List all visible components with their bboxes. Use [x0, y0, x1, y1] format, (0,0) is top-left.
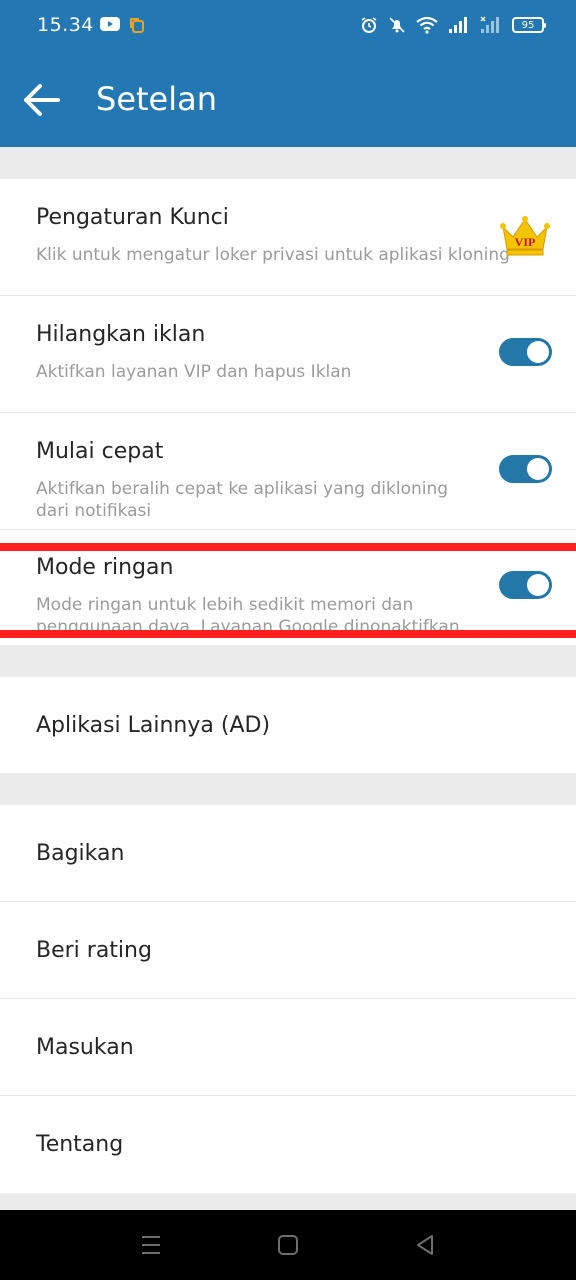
- setting-title: Hilangkan iklan: [36, 322, 206, 347]
- menu-item-share[interactable]: Bagikan: [0, 805, 576, 902]
- battery-level: 95: [521, 19, 535, 31]
- status-bar: 15.34 95: [0, 0, 576, 50]
- back-triangle-icon[interactable]: [412, 1232, 438, 1258]
- menu-item-rate[interactable]: Beri rating: [0, 902, 576, 999]
- menu-item-about[interactable]: Tentang: [0, 1096, 576, 1193]
- setting-subtitle: Aktifkan layanan VIP dan hapus Iklan: [36, 362, 352, 382]
- light-mode-toggle[interactable]: [499, 571, 552, 599]
- other-apps-section: Aplikasi Lainnya (AD): [0, 677, 576, 773]
- setting-subtitle: Aktifkan beralih cepat ke aplikasi yang …: [36, 479, 449, 521]
- menu-item-label: Tentang: [36, 1132, 124, 1157]
- setting-subtitle: Klik untuk mengatur loker privasi untuk …: [36, 245, 510, 265]
- menu-item-label: Beri rating: [36, 938, 152, 963]
- other-apps-label: Aplikasi Lainnya (AD): [36, 713, 271, 738]
- setting-lock[interactable]: Pengaturan Kunci Klik untuk mengatur lok…: [0, 179, 576, 296]
- home-square-icon[interactable]: [275, 1232, 301, 1258]
- quick-start-toggle[interactable]: [499, 455, 552, 483]
- setting-title: Pengaturan Kunci: [36, 205, 229, 230]
- menu-item-feedback[interactable]: Masukan: [0, 999, 576, 1096]
- page-title: Setelan: [96, 80, 218, 118]
- highlight-line-top: [0, 543, 576, 551]
- menu-section: Bagikan Beri rating Masukan Tentang: [0, 805, 576, 1193]
- app-bar: Setelan: [0, 50, 576, 147]
- signal-x-icon: [480, 16, 499, 33]
- alarm-icon: [361, 17, 377, 33]
- toggle-knob: [527, 574, 549, 596]
- vip-crown-icon: VIP: [500, 216, 550, 256]
- toggle-knob: [527, 341, 549, 363]
- menu-icon[interactable]: [138, 1232, 164, 1258]
- back-arrow-icon[interactable]: [20, 80, 62, 120]
- menu-item-label: Masukan: [36, 1035, 134, 1060]
- status-icons: 95: [360, 13, 546, 37]
- copy-icon: [130, 18, 144, 33]
- other-apps-item[interactable]: Aplikasi Lainnya (AD): [0, 677, 576, 773]
- toggle-knob: [527, 458, 549, 480]
- remove-ads-toggle[interactable]: [499, 338, 552, 366]
- system-nav-bar: [0, 1210, 576, 1280]
- setting-quick-start[interactable]: Mulai cepat Aktifkan beralih cepat ke ap…: [0, 413, 576, 530]
- wifi-icon: [416, 16, 438, 34]
- menu-item-label: Bagikan: [36, 841, 125, 866]
- signal-icon: [449, 17, 467, 33]
- battery-icon: 95: [512, 17, 546, 33]
- setting-title: Mode ringan: [36, 555, 174, 580]
- status-time: 15.34: [37, 14, 94, 36]
- vip-badge: VIP: [515, 235, 536, 249]
- highlight-line-bottom: [0, 630, 576, 638]
- youtube-icon: [100, 17, 120, 31]
- setting-remove-ads[interactable]: Hilangkan iklan Aktifkan layanan VIP dan…: [0, 296, 576, 413]
- setting-title: Mulai cepat: [36, 439, 164, 464]
- settings-section: Pengaturan Kunci Klik untuk mengatur lok…: [0, 179, 576, 645]
- bell-off-icon: [389, 17, 405, 33]
